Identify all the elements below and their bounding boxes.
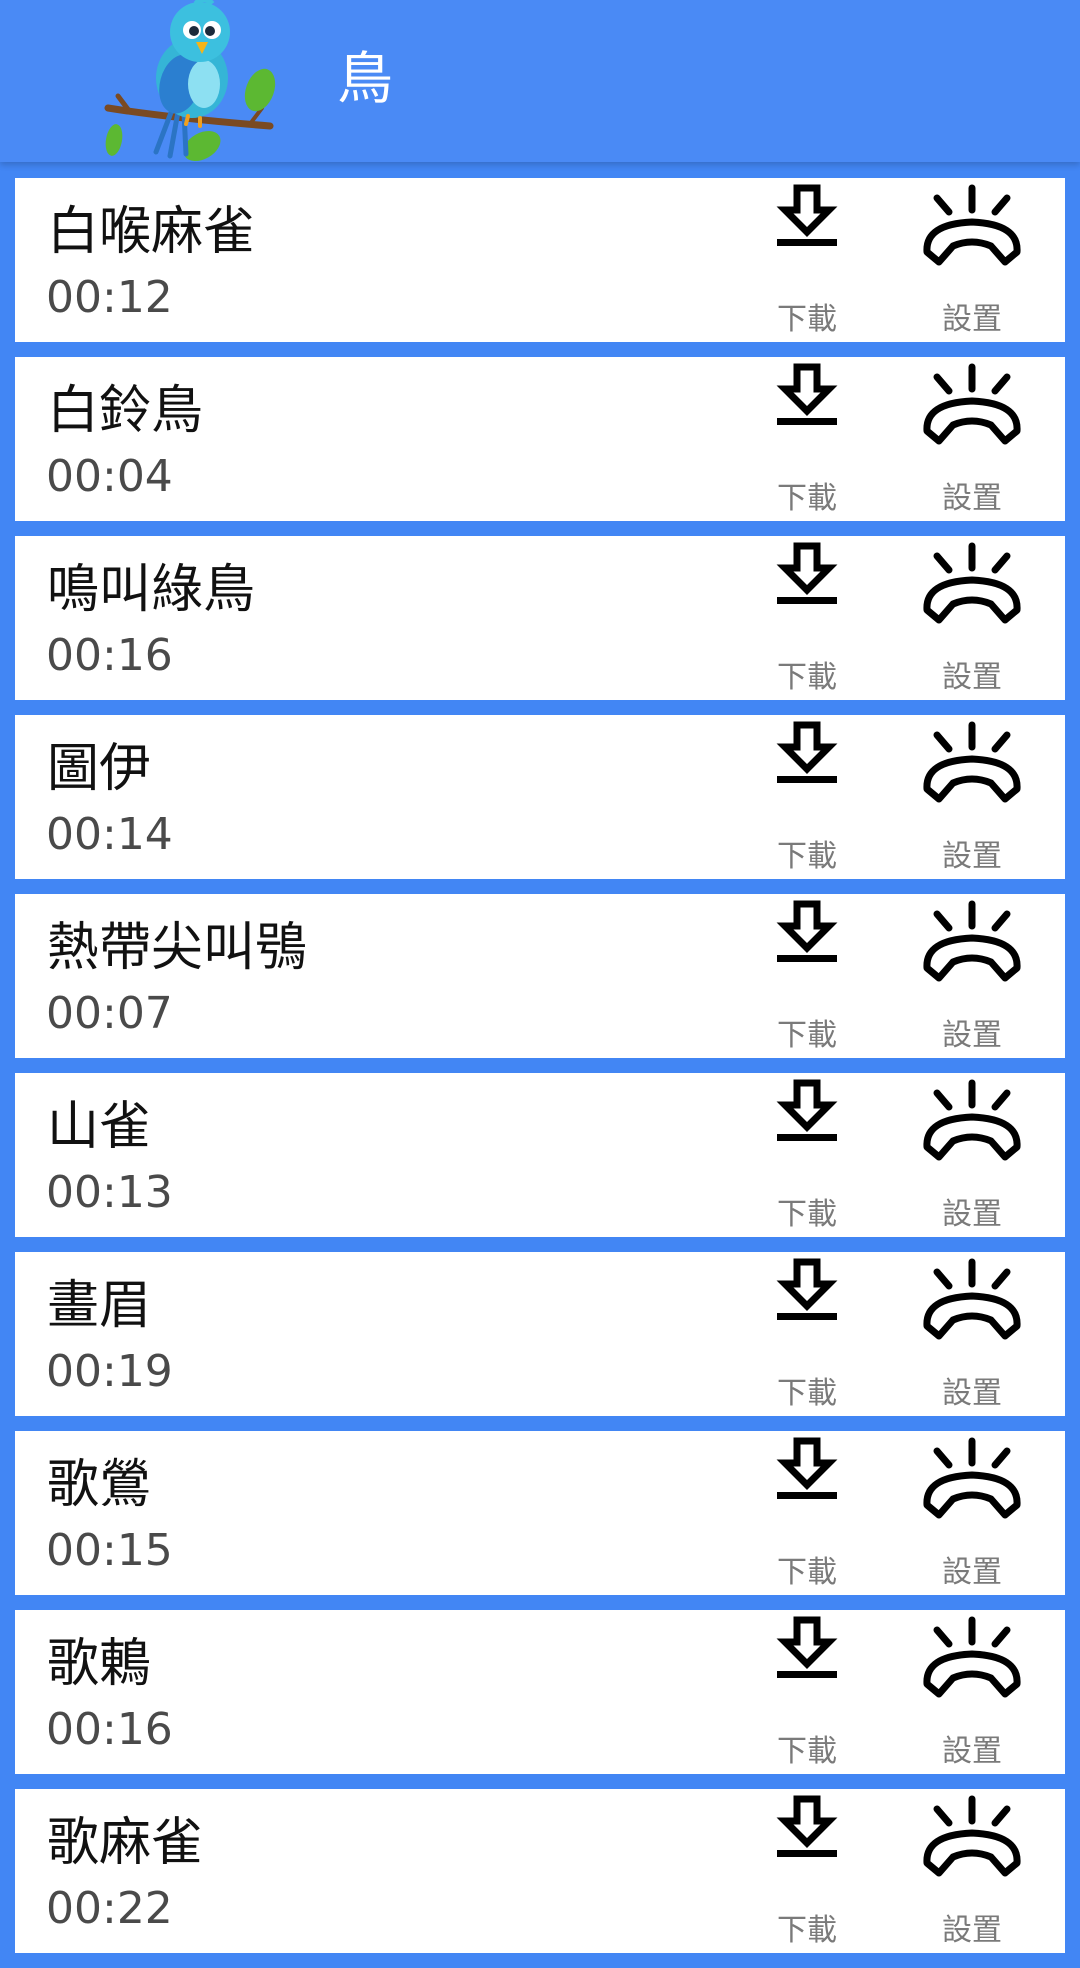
setting-label: 設置: [942, 660, 1002, 695]
set-ringtone-button[interactable]: 設置: [912, 1610, 1032, 1774]
download-label: 下載: [777, 660, 837, 695]
setting-label: 設置: [942, 1018, 1002, 1053]
ringtone-name: 白喉麻雀: [47, 202, 256, 262]
setting-label: 設置: [942, 1376, 1002, 1411]
ringtone-phone-icon: [917, 721, 1027, 809]
set-ringtone-button[interactable]: 設置: [912, 357, 1032, 521]
bird-logo-icon: [100, 0, 280, 162]
download-label: 下載: [777, 1555, 837, 1590]
list-item[interactable]: 白鈴鳥 00:04 下載 設置: [15, 357, 1065, 521]
download-button[interactable]: 下載: [747, 536, 867, 700]
ringtone-duration: 00:22: [46, 1883, 173, 1934]
list-item[interactable]: 鳴叫綠鳥 00:16 下載 設置: [15, 536, 1065, 700]
ringtone-phone-icon: [917, 184, 1027, 272]
ringtone-name: 白鈴鳥: [47, 381, 204, 441]
ringtone-duration: 00:15: [46, 1525, 173, 1576]
download-button[interactable]: 下載: [747, 1073, 867, 1237]
download-label: 下載: [777, 839, 837, 874]
download-icon: [775, 1437, 839, 1505]
download-icon: [775, 542, 839, 610]
ringtone-name: 歌鶇: [47, 1634, 152, 1694]
set-ringtone-button[interactable]: 設置: [912, 894, 1032, 1058]
ringtone-name: 歌麻雀: [47, 1813, 204, 1873]
setting-label: 設置: [942, 1734, 1002, 1769]
setting-label: 設置: [942, 302, 1002, 337]
list-item[interactable]: 歌鶇 00:16 下載 設置: [15, 1610, 1065, 1774]
ringtone-phone-icon: [917, 1616, 1027, 1704]
download-label: 下載: [777, 1913, 837, 1948]
download-button[interactable]: 下載: [747, 1610, 867, 1774]
download-label: 下載: [777, 1197, 837, 1232]
ringtone-phone-icon: [917, 1437, 1027, 1525]
ringtone-list: 白喉麻雀 00:12 下載 設置 白鈴鳥 00:04 下載 設置 鳴叫綠鳥 00…: [15, 178, 1065, 1968]
download-icon: [775, 184, 839, 252]
download-label: 下載: [777, 1734, 837, 1769]
set-ringtone-button[interactable]: 設置: [912, 536, 1032, 700]
list-item[interactable]: 畫眉 00:19 下載 設置: [15, 1252, 1065, 1416]
ringtone-duration: 00:16: [46, 1704, 173, 1755]
setting-label: 設置: [942, 481, 1002, 516]
download-icon: [775, 1795, 839, 1863]
list-item[interactable]: 歌麻雀 00:22 下載 設置: [15, 1789, 1065, 1953]
ringtone-name: 鳴叫綠鳥: [47, 560, 256, 620]
setting-label: 設置: [942, 839, 1002, 874]
set-ringtone-button[interactable]: 設置: [912, 715, 1032, 879]
download-button[interactable]: 下載: [747, 357, 867, 521]
download-button[interactable]: 下載: [747, 178, 867, 342]
set-ringtone-button[interactable]: 設置: [912, 1431, 1032, 1595]
ringtone-phone-icon: [917, 1258, 1027, 1346]
list-item[interactable]: 歌鶯 00:15 下載 設置: [15, 1431, 1065, 1595]
ringtone-duration: 00:16: [46, 630, 173, 681]
download-label: 下載: [777, 1376, 837, 1411]
download-label: 下載: [777, 1018, 837, 1053]
set-ringtone-button[interactable]: 設置: [912, 1252, 1032, 1416]
list-item[interactable]: 熱帶尖叫鴞 00:07 下載 設置: [15, 894, 1065, 1058]
download-button[interactable]: 下載: [747, 715, 867, 879]
download-icon: [775, 1258, 839, 1326]
download-icon: [775, 1079, 839, 1147]
download-icon: [775, 900, 839, 968]
setting-label: 設置: [942, 1913, 1002, 1948]
download-icon: [775, 721, 839, 789]
setting-label: 設置: [942, 1197, 1002, 1232]
ringtone-duration: 00:13: [46, 1167, 173, 1218]
ringtone-name: 圖伊: [47, 739, 152, 799]
setting-label: 設置: [942, 1555, 1002, 1590]
ringtone-name: 熱帶尖叫鴞: [47, 918, 308, 978]
ringtone-name: 山雀: [47, 1097, 152, 1157]
download-button[interactable]: 下載: [747, 1431, 867, 1595]
ringtone-phone-icon: [917, 1079, 1027, 1167]
ringtone-phone-icon: [917, 542, 1027, 630]
set-ringtone-button[interactable]: 設置: [912, 1789, 1032, 1953]
download-label: 下載: [777, 302, 837, 337]
ringtone-phone-icon: [917, 900, 1027, 988]
ringtone-phone-icon: [917, 1795, 1027, 1883]
download-button[interactable]: 下載: [747, 1789, 867, 1953]
download-button[interactable]: 下載: [747, 1252, 867, 1416]
ringtone-duration: 00:04: [46, 451, 173, 502]
ringtone-duration: 00:19: [46, 1346, 173, 1397]
ringtone-name: 畫眉: [47, 1276, 152, 1336]
ringtone-duration: 00:14: [46, 809, 173, 860]
ringtone-duration: 00:12: [46, 272, 173, 323]
ringtone-phone-icon: [917, 363, 1027, 451]
list-item[interactable]: 山雀 00:13 下載 設置: [15, 1073, 1065, 1237]
list-item[interactable]: 白喉麻雀 00:12 下載 設置: [15, 178, 1065, 342]
set-ringtone-button[interactable]: 設置: [912, 178, 1032, 342]
app-title: 鳥: [337, 47, 393, 112]
list-item[interactable]: 圖伊 00:14 下載 設置: [15, 715, 1065, 879]
download-icon: [775, 363, 839, 431]
ringtone-name: 歌鶯: [47, 1455, 152, 1515]
app-bar: 鳥: [0, 0, 1080, 162]
ringtone-duration: 00:07: [46, 988, 173, 1039]
download-icon: [775, 1616, 839, 1684]
set-ringtone-button[interactable]: 設置: [912, 1073, 1032, 1237]
download-button[interactable]: 下載: [747, 894, 867, 1058]
download-label: 下載: [777, 481, 837, 516]
